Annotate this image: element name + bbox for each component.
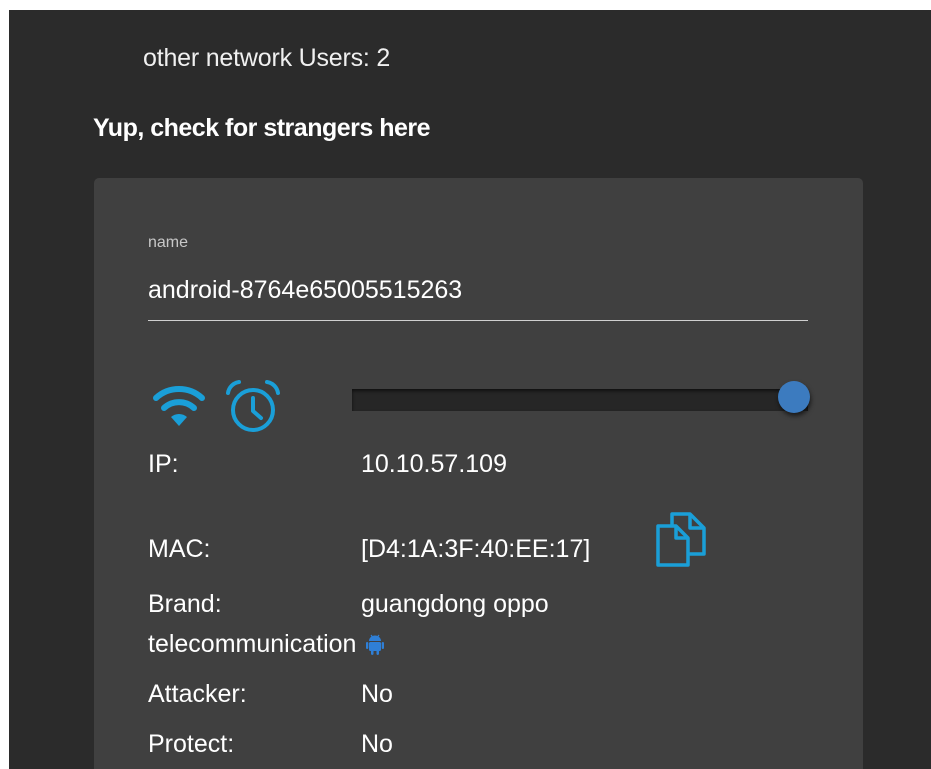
- other-users-count: other network Users: 2: [143, 44, 391, 72]
- protect-value: No: [361, 730, 393, 758]
- device-card: name IP: 10.10.57.109 MAC: [D4:1A:3F:40:…: [94, 178, 863, 769]
- device-name-input[interactable]: [148, 260, 808, 321]
- brand-label: Brand:: [148, 590, 222, 618]
- protect-label: Protect:: [148, 730, 235, 758]
- android-icon: [366, 635, 385, 656]
- mac-label: MAC:: [148, 535, 211, 563]
- attacker-value: No: [361, 680, 393, 708]
- copy-icon[interactable]: [652, 508, 712, 568]
- wifi-icon: [153, 386, 205, 426]
- name-field-label: name: [148, 234, 189, 251]
- network-users-panel: other network Users: 2 Yup, check for st…: [9, 10, 931, 769]
- brand-value-line2-wrap: telecommunication: [148, 630, 385, 659]
- ip-label: IP:: [148, 450, 179, 478]
- ip-value: 10.10.57.109: [361, 450, 507, 478]
- mac-value: [D4:1A:3F:40:EE:17]: [361, 535, 591, 563]
- alarm-clock-icon: [226, 380, 280, 432]
- brand-value-line2: telecommunication: [148, 630, 357, 658]
- brand-value-line1: guangdong oppo: [361, 590, 549, 618]
- slider-track[interactable]: [352, 389, 808, 411]
- signal-slider[interactable]: [352, 381, 811, 413]
- attacker-label: Attacker:: [148, 680, 247, 708]
- section-title: Yup, check for strangers here: [93, 114, 431, 142]
